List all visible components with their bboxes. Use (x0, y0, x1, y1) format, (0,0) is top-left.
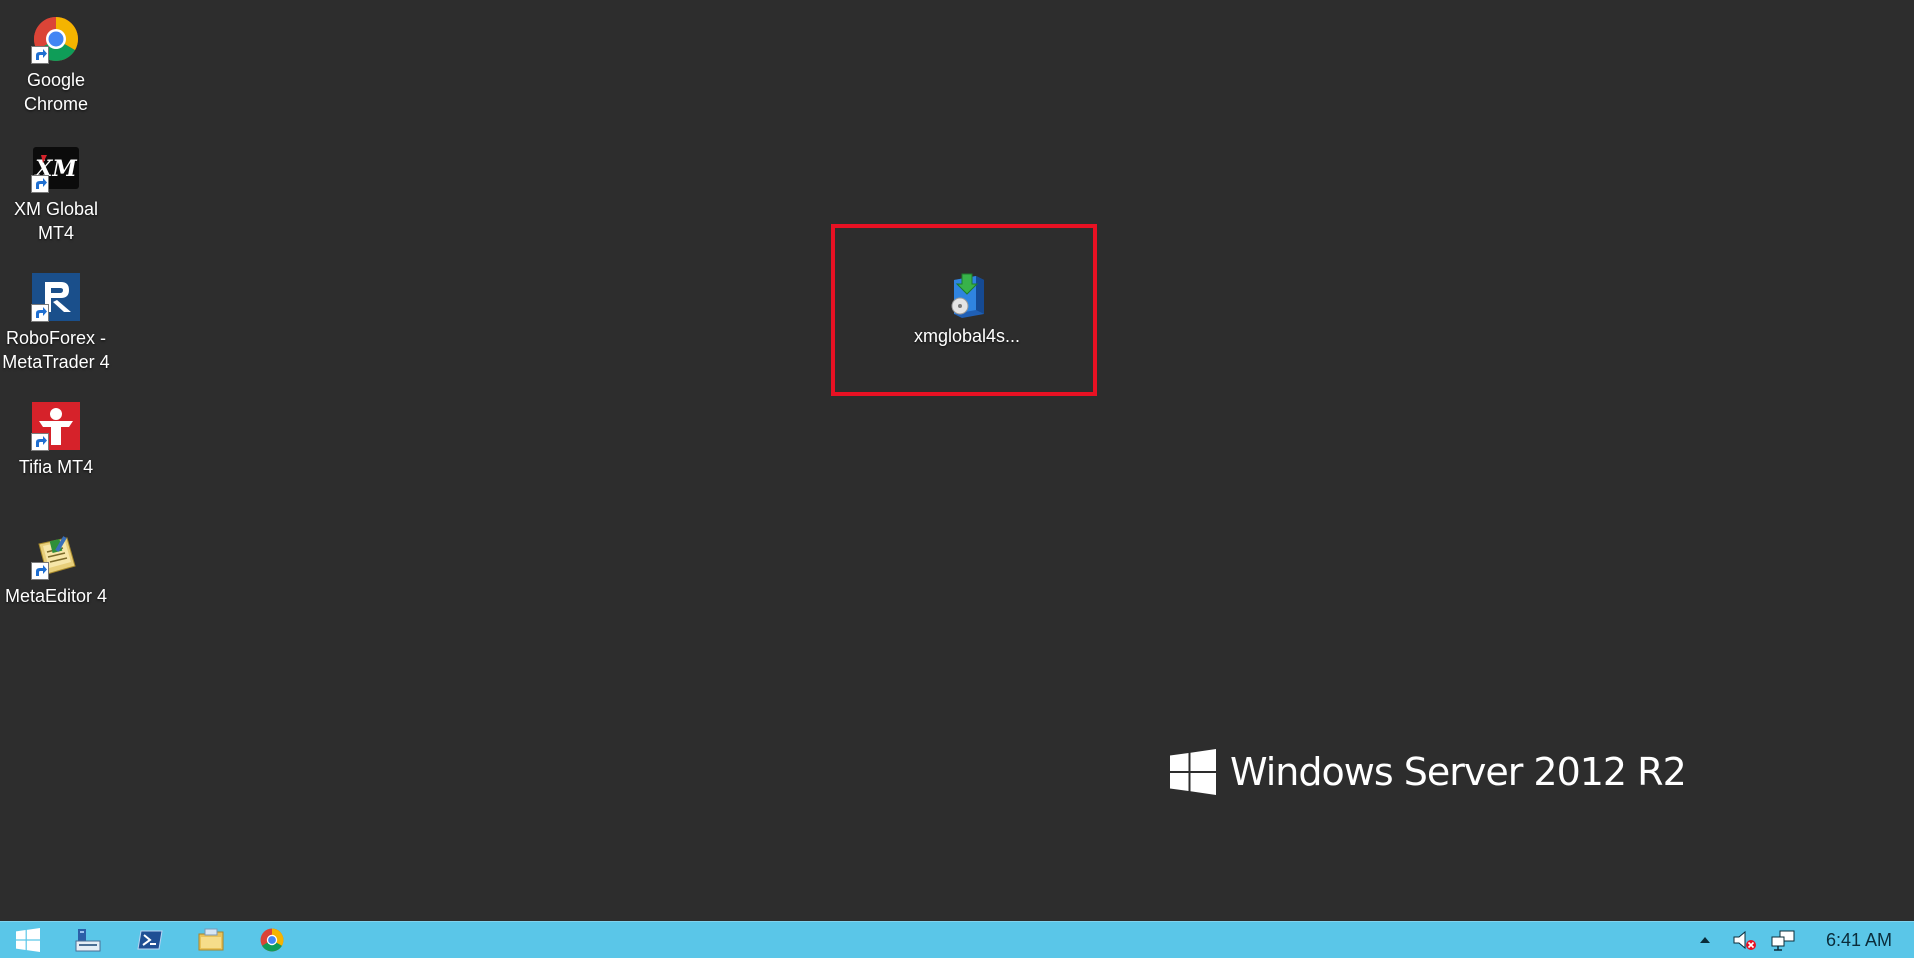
brand-text: Windows Server 2012 R2 (1230, 750, 1687, 794)
desktop-icon-label: MetaEditor 4 (4, 586, 108, 606)
server-manager-icon (75, 929, 101, 952)
windows-logo-icon (1170, 749, 1216, 795)
desktop-icon-label: MT4 (38, 223, 74, 243)
desktop-icon-roboforex-metatrader-4[interactable]: RoboForex - MetaTrader 4 (0, 272, 112, 374)
roboforex-icon (31, 272, 81, 322)
xm-icon: XM (31, 143, 81, 193)
desktop-icon-label: RoboForex - (5, 328, 107, 348)
metaeditor-icon (31, 530, 81, 580)
network-icon (1771, 930, 1795, 951)
taskbar-server-manager-button[interactable] (60, 922, 116, 958)
file-explorer-icon (198, 928, 224, 951)
selection-highlight-box (831, 224, 1097, 396)
windows-server-branding: Windows Server 2012 R2 (1170, 746, 1687, 798)
chrome-icon (31, 14, 81, 64)
desktop-icon-label: XM Global (13, 199, 99, 219)
desktop-icon-xm-global-mt4[interactable]: XM XM Global MT4 (0, 143, 112, 245)
network-button[interactable] (1768, 922, 1798, 958)
shortcut-arrow-icon (31, 46, 49, 64)
start-icon (16, 928, 40, 952)
shortcut-arrow-icon (31, 562, 49, 580)
show-hidden-icons-button[interactable] (1692, 922, 1718, 958)
volume-muted-icon (1733, 930, 1756, 950)
shortcut-arrow-icon (31, 304, 49, 322)
desktop-icon-metaeditor-4[interactable]: MetaEditor 4 (0, 530, 112, 608)
shortcut-arrow-icon (31, 433, 49, 451)
taskbar-powershell-button[interactable] (122, 922, 178, 958)
desktop-icon-tifia-mt4[interactable]: Tifia MT4 (0, 401, 112, 479)
taskbar-chrome-button[interactable] (244, 922, 300, 958)
start-button[interactable] (0, 922, 56, 958)
desktop-icon-label: Tifia MT4 (18, 457, 94, 477)
taskbar: 6:41 AM (0, 921, 1914, 958)
desktop-icon-label: MetaTrader 4 (2, 352, 110, 372)
volume-button[interactable] (1730, 922, 1760, 958)
desktop-icon-google-chrome[interactable]: Google Chrome (0, 14, 112, 116)
powershell-icon (137, 930, 163, 950)
chrome-icon (260, 928, 284, 952)
tifia-icon (31, 401, 81, 451)
desktop[interactable]: Google Chrome XM XM Global MT4 RoboForex… (0, 0, 1914, 921)
shortcut-arrow-icon (31, 175, 49, 193)
taskbar-file-explorer-button[interactable] (183, 922, 239, 958)
desktop-icon-label: Google (26, 70, 86, 90)
desktop-icon-label: Chrome (23, 94, 89, 114)
show-hidden-icons-icon (1700, 937, 1710, 943)
taskbar-clock[interactable]: 6:41 AM (1826, 922, 1892, 958)
